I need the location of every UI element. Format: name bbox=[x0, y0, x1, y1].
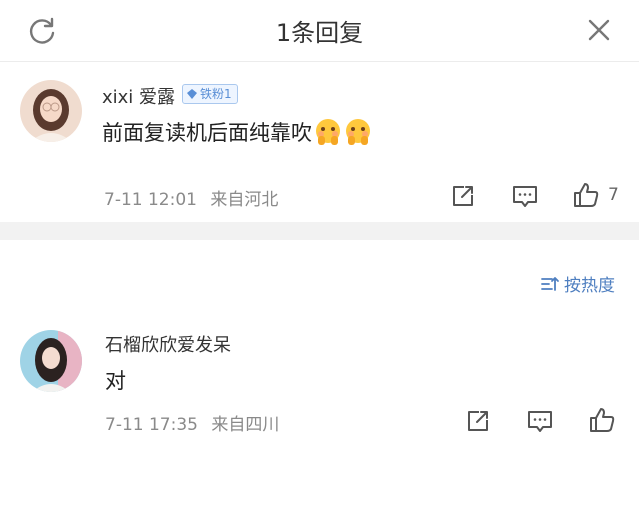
comment-text-row: 对 bbox=[105, 365, 126, 395]
share-icon[interactable] bbox=[464, 407, 492, 435]
section-divider bbox=[0, 222, 639, 240]
comment-meta: 7-11 17:35 来自四川 bbox=[105, 410, 279, 435]
badge-label: 铁粉1 bbox=[200, 87, 232, 101]
thumbs-up-icon[interactable] bbox=[588, 406, 616, 434]
comment-username[interactable]: 石榴欣欣爱发呆 bbox=[105, 331, 231, 357]
close-icon[interactable] bbox=[583, 14, 615, 46]
sort-icon bbox=[541, 276, 559, 291]
comment-meta: 7-11 12:01 来自河北 bbox=[104, 185, 278, 210]
comment-icon[interactable] bbox=[526, 407, 554, 435]
comment-text: 前面复读机后面纯靠吹 bbox=[102, 121, 312, 145]
avatar[interactable] bbox=[20, 330, 82, 392]
thumbs-up-icon[interactable] bbox=[572, 181, 600, 209]
comment-text-row: 前面复读机后面纯靠吹 bbox=[102, 117, 372, 147]
avatar[interactable] bbox=[20, 80, 82, 142]
diamond-icon bbox=[187, 89, 197, 99]
page-title: 1条回复 bbox=[275, 19, 364, 47]
fan-badge: 铁粉1 bbox=[182, 84, 238, 104]
comment-source: 来自河北 bbox=[210, 190, 279, 210]
comment-icon[interactable] bbox=[511, 182, 539, 210]
comment-time: 7-11 12:01 bbox=[104, 190, 197, 210]
share-icon[interactable] bbox=[449, 182, 477, 210]
comment-time: 7-11 17:35 bbox=[105, 415, 198, 435]
sort-label: 按热度 bbox=[564, 276, 615, 296]
comment-username[interactable]: xixi 爱露 bbox=[102, 83, 175, 109]
flushed-hands-emoji-icon bbox=[346, 119, 370, 145]
header-bar: 1条回复 bbox=[0, 0, 639, 62]
comment-text: 对 bbox=[105, 369, 126, 393]
sort-by-hotness-button[interactable]: 按热度 bbox=[540, 271, 615, 296]
like-count: 7 bbox=[608, 185, 619, 205]
comment-source: 来自四川 bbox=[211, 415, 280, 435]
flushed-hands-emoji-icon bbox=[316, 119, 340, 145]
